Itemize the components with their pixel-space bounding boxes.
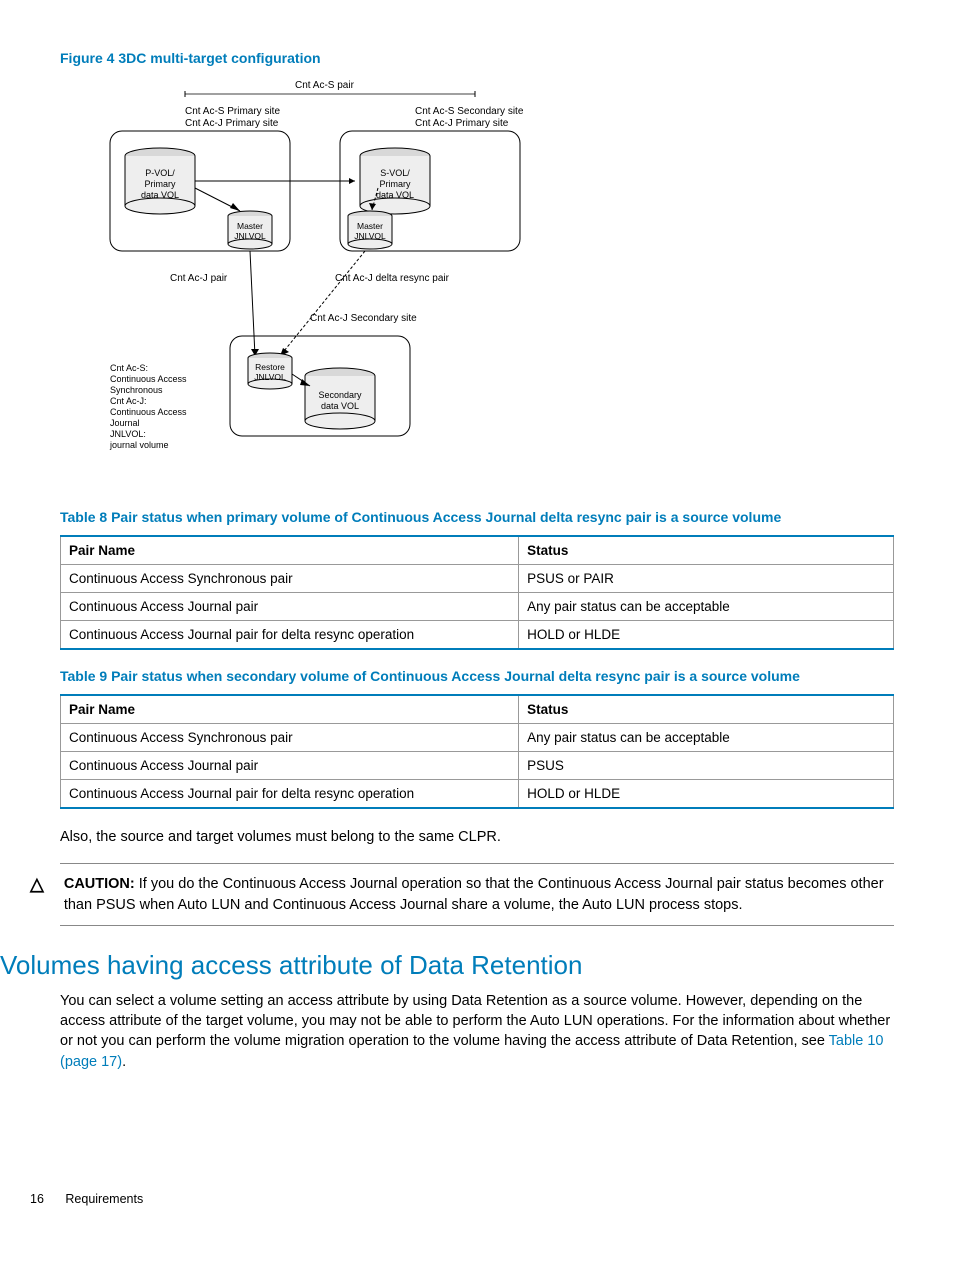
svg-text:Cnt Ac-J pair: Cnt Ac-J pair [170,273,228,284]
svg-text:JNLVOL: JNLVOL [254,372,286,382]
svg-text:Primary: Primary [145,179,176,189]
svg-text:Cnt Ac-S Primary site: Cnt Ac-S Primary site [185,106,280,117]
svg-text:P-VOL/: P-VOL/ [145,168,175,178]
svg-text:Cnt Ac-J Secondary site: Cnt Ac-J Secondary site [310,313,417,324]
svg-text:JNLVOL: JNLVOL [354,231,386,241]
page-footer: 16 Requirements [30,1192,894,1206]
svg-text:Synchronous: Synchronous [110,385,163,395]
body-text-clpr: Also, the source and target volumes must… [60,827,894,847]
svg-text:data VOL: data VOL [321,401,359,411]
table9: Pair Name Status Continuous Access Synch… [60,694,894,809]
table-row: Continuous Access Synchronous pairPSUS o… [61,565,894,593]
table-row: Continuous Access Journal pairAny pair s… [61,593,894,621]
svg-text:Continuous Access: Continuous Access [110,374,187,384]
svg-text:Cnt Ac-S Secondary site: Cnt Ac-S Secondary site [415,106,524,117]
caution-body: If you do the Continuous Access Journal … [64,876,884,912]
svg-text:Cnt Ac-S pair: Cnt Ac-S pair [295,80,355,91]
caution-block: △ CAUTION: If you do the Continuous Acce… [60,863,894,926]
svg-text:Cnt Ac-J Primary site: Cnt Ac-J Primary site [415,118,509,129]
svg-text:Journal: Journal [110,418,140,428]
table8-title: Table 8 Pair status when primary volume … [60,509,894,525]
section-heading: Volumes having access attribute of Data … [0,950,894,981]
caution-text: CAUTION: If you do the Continuous Access… [64,874,894,915]
svg-text:JNLVOL:: JNLVOL: [110,429,146,439]
svg-text:JNLVOL: JNLVOL [234,231,266,241]
svg-text:Cnt Ac-J:: Cnt Ac-J: [110,396,147,406]
page-number: 16 [30,1192,44,1206]
svg-text:data VOL: data VOL [141,190,179,200]
table9-title: Table 9 Pair status when secondary volum… [60,668,894,684]
table8-header-status: Status [519,536,894,565]
table8-header-pair: Pair Name [61,536,519,565]
svg-text:Restore: Restore [255,362,285,372]
svg-text:Master: Master [237,221,263,231]
svg-text:S-VOL/: S-VOL/ [380,168,410,178]
table-row: Continuous Access Journal pair for delta… [61,780,894,809]
table-row: Continuous Access Journal pair for delta… [61,621,894,650]
body-text-data-retention: You can select a volume setting an acces… [60,991,894,1072]
diagram-svg: Cnt Ac-S pair Cnt Ac-S Primary site Cnt … [80,76,580,476]
footer-section: Requirements [65,1192,143,1206]
table9-header-status: Status [519,695,894,724]
svg-text:Cnt Ac-J delta resync pair: Cnt Ac-J delta resync pair [335,273,450,284]
svg-text:Continuous Access: Continuous Access [110,407,187,417]
svg-text:journal volume: journal volume [109,440,169,450]
caution-icon: △ [30,874,44,895]
svg-text:Cnt Ac-S:: Cnt Ac-S: [110,363,148,373]
svg-text:Master: Master [357,221,383,231]
caution-label: CAUTION: [64,876,135,892]
table9-header-pair: Pair Name [61,695,519,724]
diagram-3dc: Cnt Ac-S pair Cnt Ac-S Primary site Cnt … [80,76,894,479]
svg-text:Secondary: Secondary [318,390,362,400]
figure-title: Figure 4 3DC multi-target configuration [60,50,894,66]
table-row: Continuous Access Synchronous pairAny pa… [61,724,894,752]
table-row: Continuous Access Journal pairPSUS [61,752,894,780]
svg-text:Cnt Ac-J Primary site: Cnt Ac-J Primary site [185,118,279,129]
table8: Pair Name Status Continuous Access Synch… [60,535,894,650]
svg-text:Primary: Primary [380,179,411,189]
svg-text:data VOL: data VOL [376,190,414,200]
